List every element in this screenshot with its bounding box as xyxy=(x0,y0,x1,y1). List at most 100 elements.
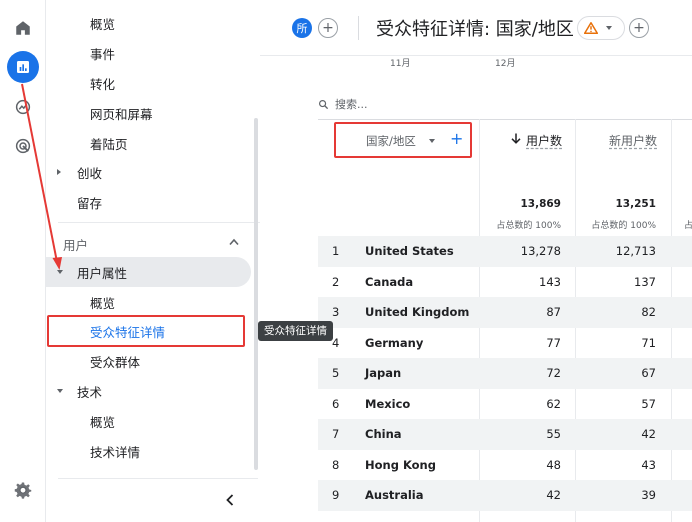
data-quality-chip[interactable] xyxy=(577,16,625,40)
comparison-chip[interactable]: 所 xyxy=(292,18,312,38)
new-users-cell: 82 xyxy=(641,305,656,319)
table-top-border xyxy=(318,119,692,120)
users-cell: 55 xyxy=(546,427,561,441)
explore-icon[interactable] xyxy=(7,91,39,123)
country-cell: Canada xyxy=(365,274,414,289)
chevron-up-icon xyxy=(229,238,239,246)
new-users-cell: 12,713 xyxy=(615,244,656,258)
row-index: 7 xyxy=(332,427,340,441)
row-index: 5 xyxy=(332,366,340,380)
table-row[interactable]: 8 Hong Kong 48 43 xyxy=(318,450,692,481)
home-icon[interactable] xyxy=(7,12,39,44)
sidebar-item-label: 技术 xyxy=(77,384,103,400)
country-cell: Germany xyxy=(365,335,424,350)
chevron-down-icon xyxy=(606,26,612,30)
chevron-down-icon[interactable] xyxy=(429,139,435,143)
advertising-icon[interactable] xyxy=(7,130,39,162)
collapse-arrow-icon xyxy=(57,389,63,393)
sidebar-footer-divider xyxy=(58,478,258,479)
sidebar-item-events[interactable]: 事件 xyxy=(46,38,251,68)
users-cell: 143 xyxy=(539,274,561,289)
table-row[interactable]: 5 Japan 72 67 xyxy=(318,358,692,389)
truncated-column-text: 占 xyxy=(684,221,692,231)
total-users-percent: 占总数的 100% xyxy=(496,221,561,231)
sidebar-item-user-attributes[interactable]: 用户属性 xyxy=(46,257,251,287)
country-cell: Hong Kong xyxy=(365,457,436,472)
sort-descending-icon[interactable] xyxy=(511,133,521,144)
sidebar-item-label: 着陆页 xyxy=(90,136,128,152)
sidebar-item-tech[interactable]: 技术 xyxy=(46,376,251,406)
new-users-cell: 67 xyxy=(641,366,656,380)
sidebar-item-overview[interactable]: 概览 xyxy=(46,8,251,38)
collapse-arrow-icon xyxy=(57,270,63,274)
total-new-users-percent: 占总数的 100% xyxy=(591,221,656,231)
sidebar-item-label: 用户属性 xyxy=(77,265,128,281)
dimension-selector[interactable]: 国家/地区 xyxy=(366,133,416,149)
reports-icon[interactable] xyxy=(7,51,39,83)
sidebar-item-tech-overview[interactable]: 概览 xyxy=(46,406,251,436)
column-header-new-users[interactable]: 新用户数 xyxy=(609,132,657,149)
sidebar-item-audiences[interactable]: 受众群体 xyxy=(46,346,251,376)
table-row[interactable]: 1 United States 13,278 12,713 xyxy=(318,236,692,267)
column-header-users[interactable]: 用户数 xyxy=(526,132,562,149)
sidebar-item-retention[interactable]: 留存 xyxy=(46,187,251,217)
expand-arrow-icon xyxy=(57,169,61,175)
search-icon xyxy=(319,99,329,109)
gear-icon[interactable] xyxy=(7,474,39,506)
sidebar-item-label: 概览 xyxy=(90,414,116,430)
add-dimension-button[interactable]: + xyxy=(450,129,463,148)
country-cell: United States xyxy=(365,244,454,258)
sidebar-item-conversions[interactable]: 转化 xyxy=(46,68,251,98)
table-row[interactable]: 4 Germany 77 71 xyxy=(318,328,692,359)
add-comparison-button[interactable]: + xyxy=(318,18,338,38)
sidebar-item-pages-screens[interactable]: 网页和屏幕 xyxy=(46,98,251,128)
chart-axis-month: 11月 xyxy=(390,59,411,69)
row-index: 8 xyxy=(332,457,340,472)
users-cell: 13,278 xyxy=(520,244,561,258)
section-header-user[interactable]: 用户 xyxy=(46,228,251,258)
sidebar-item-tech-details[interactable]: 技术详情 xyxy=(46,436,251,466)
add-filter-button[interactable]: + xyxy=(629,18,649,38)
table-row[interactable]: 9 Australia 42 39 xyxy=(318,480,692,511)
report-content: 11月 12月 搜索... 国家/地区 + 用户数 新用户数 13,869 13… xyxy=(260,56,692,522)
icon-rail xyxy=(0,0,46,522)
table-row[interactable]: 6 Mexico 62 57 xyxy=(318,389,692,420)
sidebar-item-label: 网页和屏幕 xyxy=(90,106,153,122)
chevron-left-icon xyxy=(226,494,234,506)
sidebar-item-label: 留存 xyxy=(77,195,103,211)
table-search[interactable]: 搜索... xyxy=(318,96,368,112)
sidebar-item-label: 转化 xyxy=(90,76,116,92)
sidebar-scrollbar[interactable] xyxy=(254,118,258,470)
users-cell: 48 xyxy=(546,457,561,472)
sidebar-item-landing-page[interactable]: 着陆页 xyxy=(46,128,251,158)
country-cell: United Kingdom xyxy=(365,305,470,319)
new-users-cell: 137 xyxy=(634,274,656,289)
country-cell: China xyxy=(365,427,402,441)
sidebar-item-monetization[interactable]: 创收 xyxy=(46,157,251,187)
country-cell: Japan xyxy=(365,366,402,380)
total-users: 13,869 xyxy=(520,198,561,210)
row-index: 1 xyxy=(332,244,340,258)
section-title: 用户 xyxy=(63,238,89,253)
users-cell: 42 xyxy=(546,488,561,502)
row-index: 4 xyxy=(332,335,340,350)
new-users-cell: 39 xyxy=(641,488,656,502)
users-cell: 77 xyxy=(546,335,561,350)
table-row[interactable]: 3 United Kingdom 87 82 xyxy=(318,297,692,328)
tooltip: 受众特征详情 xyxy=(258,321,333,341)
row-index: 9 xyxy=(332,488,340,502)
reports-sidebar: 概览 事件 转化 网页和屏幕 着陆页 创收 留存 用户 用户属性 概览 受众特征… xyxy=(46,0,266,522)
collapse-sidebar-button[interactable] xyxy=(218,488,242,512)
sidebar-item-user-overview[interactable]: 概览 xyxy=(46,287,251,317)
highlight-box xyxy=(47,315,245,347)
row-index: 3 xyxy=(332,305,340,319)
table-row[interactable]: 2 Canada 143 137 xyxy=(318,267,692,298)
sidebar-item-label: 创收 xyxy=(77,165,103,181)
table-row[interactable]: 7 China 55 42 xyxy=(318,419,692,450)
sidebar-item-label: 受众群体 xyxy=(90,354,141,370)
new-users-cell: 42 xyxy=(641,427,656,441)
new-users-cell: 43 xyxy=(641,457,656,472)
chart-axis-month: 12月 xyxy=(495,59,516,69)
section-divider xyxy=(58,222,266,223)
header-divider xyxy=(358,16,359,40)
